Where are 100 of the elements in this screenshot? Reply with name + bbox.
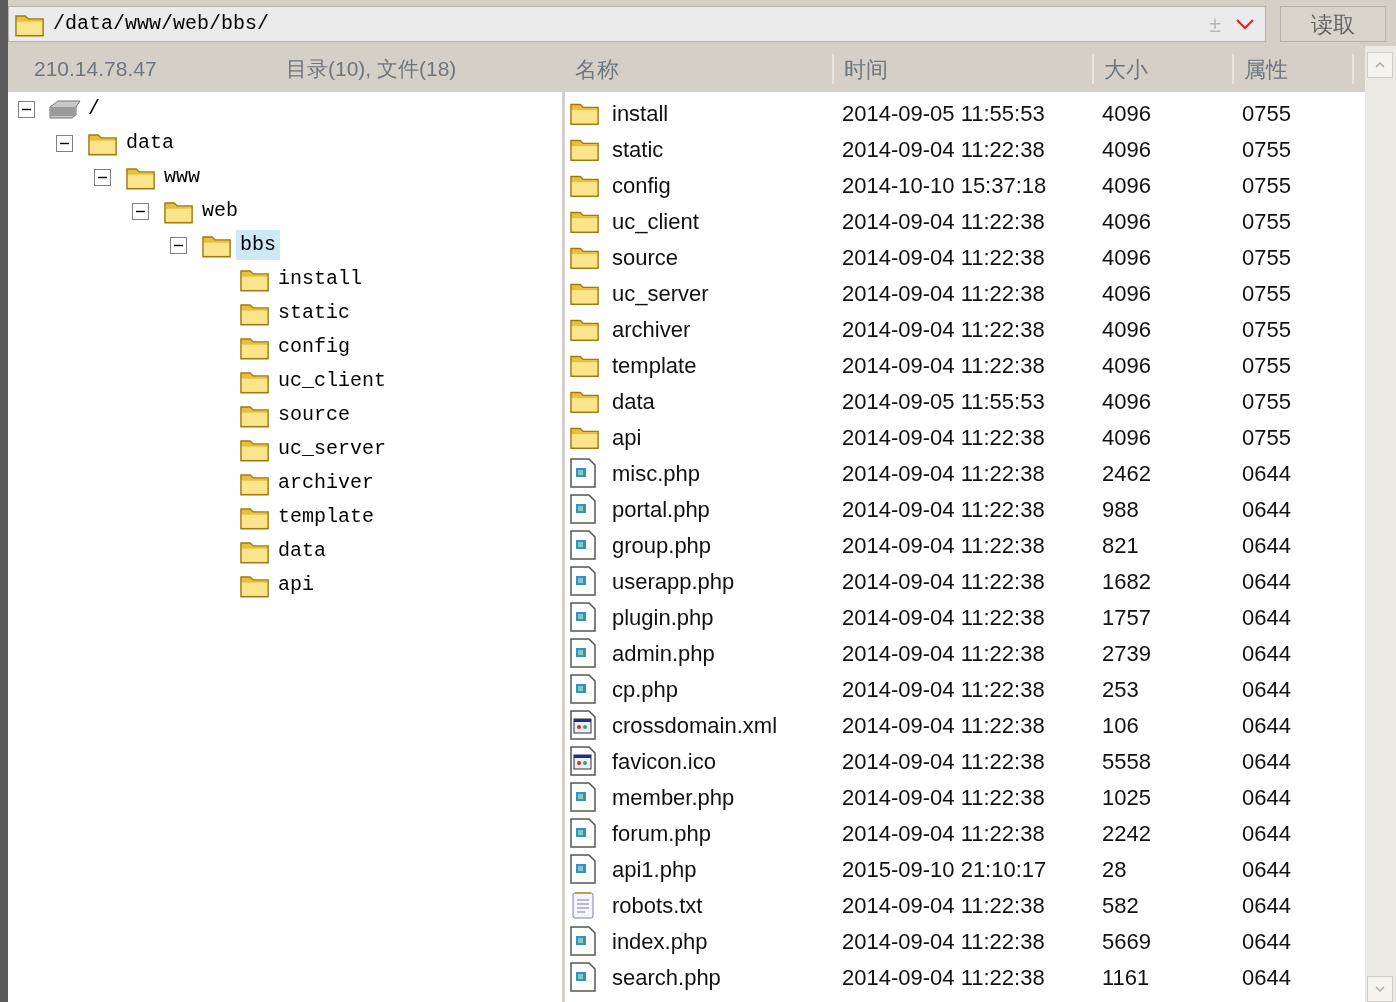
file-name[interactable]: static: [612, 132, 664, 166]
file-name[interactable]: install: [612, 96, 669, 130]
host-address: 210.14.78.47: [34, 56, 158, 83]
file-size: 1757: [1101, 603, 1152, 632]
file-mode: 0644: [1241, 567, 1291, 596]
file-mode: 0644: [1241, 963, 1291, 992]
tree-item[interactable]: static: [274, 298, 354, 328]
file-size: 4096: [1101, 171, 1152, 200]
file-name[interactable]: userapp.php: [612, 564, 735, 598]
file-name[interactable]: api: [612, 420, 642, 454]
file-size: 2242: [1101, 819, 1152, 848]
tree-item[interactable]: data: [122, 128, 178, 158]
file-mode: 0644: [1241, 819, 1291, 848]
file-size: 4096: [1101, 351, 1152, 380]
file-mode: 0755: [1241, 423, 1291, 452]
path-field[interactable]: /data/www/web/bbs/ ±: [8, 6, 1266, 42]
file-size: 4096: [1101, 135, 1152, 164]
file-name[interactable]: uc_server: [612, 276, 709, 310]
collapse-icon[interactable]: [56, 134, 73, 152]
file-time: 2014-09-05 11:55:53: [841, 99, 1046, 128]
tree-item[interactable]: www: [160, 162, 204, 192]
file-name[interactable]: cp.php: [612, 672, 679, 706]
file-time: 2014-09-04 11:22:38: [841, 603, 1046, 632]
file-mode: 0644: [1241, 531, 1291, 560]
script-file-icon: [570, 494, 596, 524]
file-name[interactable]: admin.php: [612, 636, 715, 670]
tree-item[interactable]: api: [274, 570, 318, 600]
script-file-icon: [570, 566, 596, 596]
file-time: 2014-09-04 11:22:38: [841, 423, 1046, 452]
file-name[interactable]: search.php: [612, 960, 721, 994]
file-mode: 0644: [1241, 495, 1291, 524]
tree-item[interactable]: uc_client: [274, 366, 391, 396]
file-name[interactable]: config: [612, 168, 671, 202]
file-mode: 0644: [1241, 891, 1291, 920]
script-file-icon: [570, 638, 596, 668]
file-name[interactable]: misc.php: [612, 456, 701, 490]
dropdown-chevron-icon[interactable]: [1235, 18, 1255, 30]
file-name[interactable]: data: [612, 384, 655, 418]
tree-item[interactable]: bbs: [236, 230, 280, 260]
file-mode: 0755: [1241, 279, 1291, 308]
tree-item[interactable]: uc_server: [274, 434, 391, 464]
file-size: 4096: [1101, 243, 1152, 272]
file-size: 253: [1101, 675, 1140, 704]
file-mode: 0755: [1241, 171, 1291, 200]
file-name[interactable]: forum.php: [612, 816, 712, 850]
collapse-icon[interactable]: [18, 100, 35, 118]
file-name[interactable]: member.php: [612, 780, 735, 814]
collapse-icon[interactable]: [132, 202, 149, 220]
file-time: 2014-09-04 11:22:38: [841, 243, 1046, 272]
file-name[interactable]: crossdomain.xml: [612, 708, 778, 742]
file-size: 2739: [1101, 639, 1152, 668]
file-name[interactable]: portal.php: [612, 492, 710, 526]
file-name[interactable]: group.php: [612, 528, 712, 562]
file-mode: 0755: [1241, 243, 1291, 272]
file-name[interactable]: favicon.ico: [612, 744, 716, 778]
script-file-icon: [570, 782, 596, 812]
file-size: 5558: [1101, 747, 1152, 776]
file-size: 988: [1101, 495, 1140, 524]
file-name[interactable]: api1.php: [612, 852, 697, 886]
collapse-icon[interactable]: [170, 236, 187, 254]
tree-item[interactable]: template: [274, 502, 378, 532]
file-size: 28: [1101, 855, 1128, 884]
file-size: 5669: [1101, 927, 1152, 956]
file-mode: 0755: [1241, 315, 1291, 344]
file-time: 2014-09-04 11:22:38: [841, 495, 1046, 524]
file-size: 4096: [1101, 315, 1152, 344]
file-time: 2014-09-04 11:22:38: [841, 639, 1046, 668]
file-name[interactable]: uc_client: [612, 204, 699, 238]
file-time: 2014-10-10 15:37:18: [841, 171, 1048, 200]
file-name[interactable]: index.php: [612, 924, 708, 958]
file-name[interactable]: template: [612, 348, 697, 382]
file-time: 2014-09-04 11:22:38: [841, 711, 1046, 740]
tree-item[interactable]: web: [198, 196, 242, 226]
window-file-icon: [570, 746, 596, 776]
file-name[interactable]: archiver: [612, 312, 691, 346]
file-name[interactable]: robots.txt: [612, 888, 703, 922]
file-size: 4096: [1101, 279, 1152, 308]
file-mode: 0755: [1241, 351, 1291, 380]
file-name[interactable]: plugin.php: [612, 600, 714, 634]
collapse-icon[interactable]: [94, 168, 111, 186]
file-mode: 0644: [1241, 927, 1291, 956]
tree-item[interactable]: install: [274, 264, 366, 294]
file-mode: 0644: [1241, 459, 1291, 488]
script-file-icon: [570, 854, 596, 884]
tree-item[interactable]: archiver: [274, 468, 378, 498]
file-name[interactable]: source: [612, 240, 679, 274]
file-mode: 0644: [1241, 711, 1291, 740]
script-file-icon: [570, 926, 596, 956]
file-mode: 0644: [1241, 783, 1291, 812]
file-time: 2014-09-04 11:22:38: [841, 747, 1046, 776]
file-mode: 0644: [1241, 603, 1291, 632]
file-time: 2014-09-04 11:22:38: [841, 819, 1046, 848]
file-time: 2014-09-04 11:22:38: [841, 963, 1046, 992]
file-size: 1025: [1101, 783, 1152, 812]
file-time: 2014-09-04 11:22:38: [841, 135, 1046, 164]
tree-item[interactable]: /: [84, 94, 104, 124]
tree-item[interactable]: source: [274, 400, 354, 430]
read-button[interactable]: 读取: [1280, 6, 1386, 42]
tree-item[interactable]: config: [274, 332, 354, 362]
tree-item[interactable]: data: [274, 536, 330, 566]
